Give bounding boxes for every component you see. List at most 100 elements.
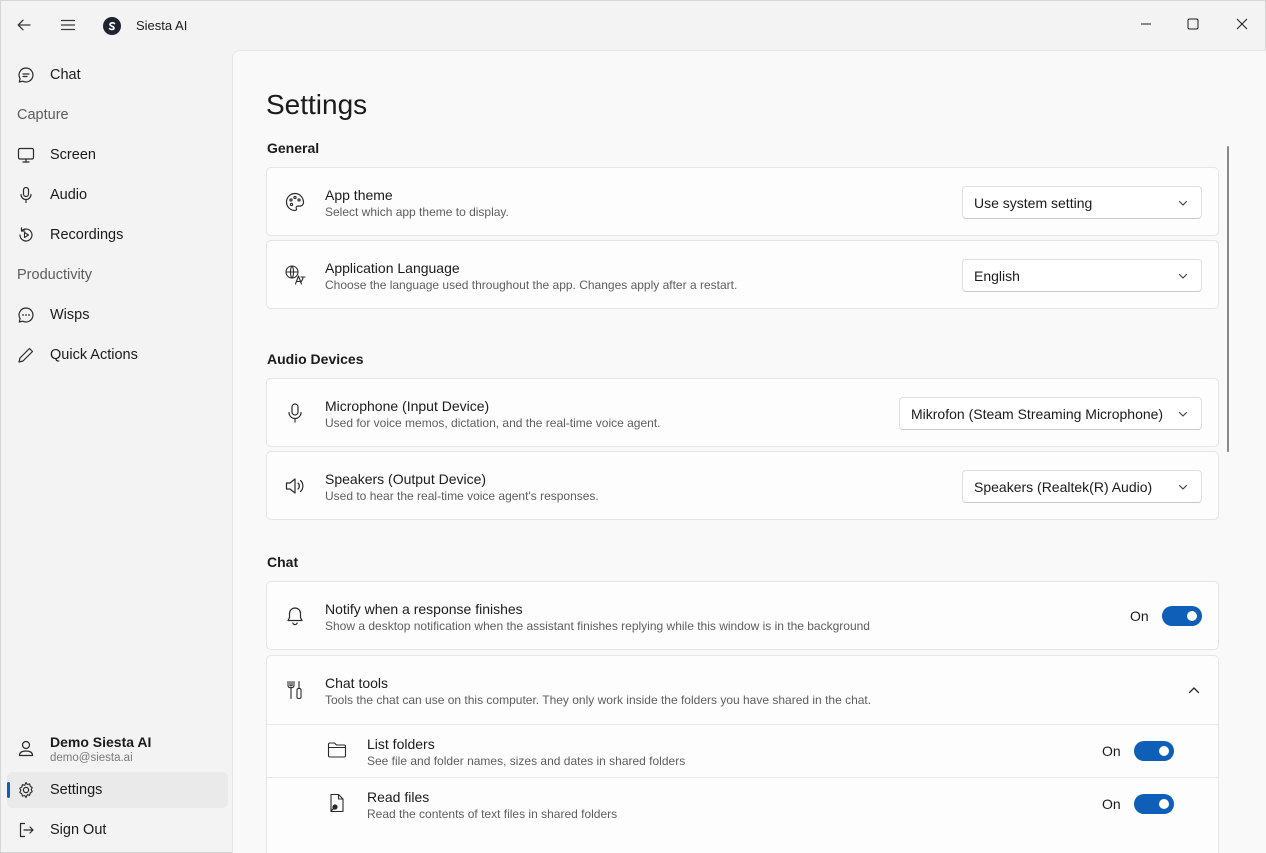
sidebar-item-recordings[interactable]: Recordings: [7, 217, 228, 253]
setting-title: List folders: [367, 736, 435, 752]
chevron-up-icon[interactable]: [1187, 683, 1201, 697]
minimize-button[interactable]: [1123, 1, 1169, 47]
toggle-state-label: On: [1102, 796, 1121, 812]
setting-description: Used for voice memos, dictation, and the…: [325, 416, 661, 430]
toggle-knob: [1187, 611, 1197, 621]
language-dropdown[interactable]: English: [962, 259, 1202, 292]
setting-title: Application Language: [325, 260, 460, 276]
chat-bubble-icon: [17, 66, 35, 84]
setting-description: Show a desktop notification when the ass…: [325, 619, 870, 633]
dropdown-value: Mikrofon (Steam Streaming Microphone): [911, 405, 1164, 422]
app-theme-setting: App theme Select which app theme to disp…: [266, 167, 1219, 236]
setting-description: Tools the chat can use on this computer.…: [325, 693, 872, 707]
hamburger-icon: [60, 19, 76, 31]
chat-tools-header[interactable]: Chat tools Tools the chat can use on thi…: [267, 656, 1218, 724]
setting-title: Read files: [367, 789, 430, 805]
sidebar-item-wisps[interactable]: Wisps: [7, 297, 228, 333]
language-setting: Application Language Choose the language…: [266, 240, 1219, 309]
language-icon: [284, 264, 306, 286]
maximize-button[interactable]: [1170, 1, 1216, 47]
chevron-down-icon: [1178, 411, 1188, 417]
history-icon: [17, 226, 35, 244]
menu-button[interactable]: [52, 9, 84, 41]
sidebar-item-label: Quick Actions: [50, 347, 138, 363]
sidebar-item-label: Sign Out: [50, 822, 107, 838]
toggle-state-label: On: [1130, 608, 1149, 624]
sidebar-item-sign-out[interactable]: Sign Out: [7, 812, 228, 848]
setting-title: Notify when a response finishes: [325, 601, 523, 617]
sidebar-group-productivity: Productivity: [17, 267, 92, 283]
tools-icon: [284, 679, 306, 701]
palette-icon: [284, 191, 306, 213]
read-files-toggle[interactable]: [1134, 794, 1174, 814]
chevron-down-icon: [1178, 273, 1188, 279]
speakers-setting: Speakers (Output Device) Used to hear th…: [266, 451, 1219, 520]
list-folders-toggle[interactable]: [1134, 741, 1174, 761]
profile-email: demo@siesta.ai: [50, 752, 133, 764]
section-title-general: General: [267, 140, 320, 156]
section-title-chat: Chat: [267, 554, 299, 570]
app-theme-dropdown[interactable]: Use system setting: [962, 186, 1202, 219]
chat-dots-icon: [17, 306, 35, 324]
page-title: Settings: [266, 89, 368, 120]
setting-title: App theme: [325, 187, 393, 203]
document-search-icon: [326, 792, 348, 814]
sidebar-item-label: Recordings: [50, 227, 124, 243]
logo-s-icon: [108, 22, 116, 31]
setting-description: Choose the language used throughout the …: [325, 278, 738, 292]
gear-icon: [17, 781, 35, 799]
setting-description: See file and folder names, sizes and dat…: [367, 754, 686, 768]
chat-tools-expander: Chat tools Tools the chat can use on thi…: [266, 655, 1219, 853]
sidebar-item-label: Screen: [50, 147, 96, 163]
speaker-icon: [284, 475, 306, 497]
sidebar-item-label: Wisps: [50, 307, 90, 323]
toggle-knob: [1159, 799, 1169, 809]
selection-indicator: [7, 782, 10, 798]
chevron-down-icon: [1178, 200, 1188, 206]
setting-title: Chat tools: [325, 675, 389, 691]
profile-name: Demo Siesta AI: [50, 734, 152, 750]
notify-toggle[interactable]: [1162, 606, 1202, 626]
microphone-dropdown[interactable]: Mikrofon (Steam Streaming Microphone): [899, 397, 1202, 430]
sidebar-group-capture: Capture: [17, 107, 69, 123]
sidebar-item-label: Audio: [50, 187, 88, 203]
setting-description: Read the contents of text files in share…: [367, 807, 618, 821]
close-button[interactable]: [1219, 1, 1265, 47]
monitor-icon: [17, 146, 35, 164]
sidebar-item-audio[interactable]: Audio: [7, 177, 228, 213]
back-button[interactable]: [8, 9, 40, 41]
setting-description: Select which app theme to display.: [325, 205, 509, 219]
person-icon: [17, 739, 35, 757]
section-title-audio-devices: Audio Devices: [267, 351, 364, 367]
back-arrow-icon: [17, 19, 31, 31]
sidebar-item-settings[interactable]: Settings: [7, 772, 228, 808]
setting-title: Speakers (Output Device): [325, 471, 487, 487]
notify-setting: Notify when a response finishes Show a d…: [266, 581, 1219, 650]
dropdown-value: Speakers (Realtek(R) Audio): [974, 478, 1153, 495]
bell-icon: [284, 605, 306, 627]
sign-out-icon: [17, 821, 35, 839]
vertical-scrollbar[interactable]: [1227, 146, 1229, 452]
toggle-state-label: On: [1102, 743, 1121, 759]
app-logo: [103, 17, 121, 35]
sidebar-item-quick-actions[interactable]: Quick Actions: [7, 337, 228, 373]
folder-icon: [326, 739, 348, 761]
sidebar-item-label: Chat: [50, 67, 81, 83]
app-title: Siesta AI: [136, 18, 188, 33]
pencil-icon: [17, 346, 35, 364]
read-files-setting: Read files Read the contents of text fil…: [267, 777, 1218, 830]
dropdown-value: English: [974, 267, 1020, 284]
title-bar: Siesta AI: [1, 1, 1265, 49]
list-folders-setting: List folders See file and folder names, …: [267, 724, 1218, 777]
minimize-icon: [1141, 23, 1151, 25]
chevron-down-icon: [1178, 484, 1188, 490]
microphone-icon: [17, 186, 35, 204]
toggle-knob: [1159, 746, 1169, 756]
dropdown-value: Use system setting: [974, 194, 1093, 211]
setting-title: Microphone (Input Device): [325, 398, 490, 414]
settings-page: Settings General App theme Select which …: [232, 50, 1266, 853]
speakers-dropdown[interactable]: Speakers (Realtek(R) Audio): [962, 470, 1202, 503]
sidebar-item-screen[interactable]: Screen: [7, 137, 228, 173]
sidebar-item-chat[interactable]: Chat: [7, 57, 228, 93]
sidebar-item-label: Settings: [50, 782, 103, 798]
